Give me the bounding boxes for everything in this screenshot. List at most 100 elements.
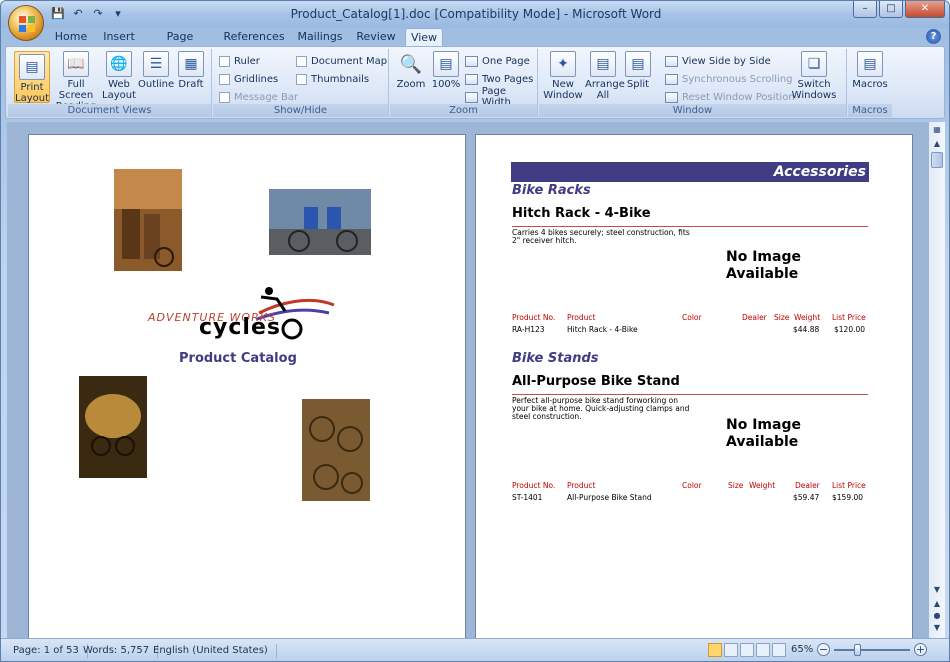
draft-view-icon[interactable] bbox=[772, 643, 786, 657]
photo-mountain-bikers bbox=[79, 376, 147, 478]
word-window: 💾 ↶ ↷ ▾ Product_Catalog[1].doc [Compatib… bbox=[0, 0, 950, 662]
tab-insert[interactable]: Insert bbox=[99, 28, 139, 46]
table-header: Product No. bbox=[512, 313, 556, 322]
new-window-icon: ✦ bbox=[550, 51, 576, 77]
maximize-button[interactable]: □ bbox=[879, 1, 903, 18]
web-layout-view-icon[interactable] bbox=[740, 643, 754, 657]
full-screen-reading-button[interactable]: 📖 Full Screen Reading bbox=[52, 51, 100, 112]
draft-button[interactable]: ▦ Draft bbox=[176, 51, 206, 90]
print-layout-icon: ▤ bbox=[19, 54, 45, 80]
status-bar: Page: 1 of 53 Words: 5,757 English (Unit… bbox=[1, 638, 949, 661]
language-indicator[interactable]: English (United States) bbox=[153, 644, 277, 658]
document-map-checkbox[interactable]: Document Map bbox=[296, 54, 387, 68]
scroll-thumb[interactable] bbox=[931, 152, 943, 168]
tab-references[interactable]: References bbox=[223, 28, 285, 46]
print-layout-button[interactable]: ▤ Print Layout bbox=[14, 51, 50, 104]
new-window-button[interactable]: ✦ New Window bbox=[543, 51, 583, 101]
zoom-100-button[interactable]: ▤ 100% bbox=[430, 51, 462, 90]
gridlines-checkbox[interactable]: Gridlines bbox=[219, 72, 278, 86]
one-page-label: One Page bbox=[482, 55, 530, 67]
zoom-level[interactable]: 65% bbox=[791, 644, 813, 655]
page-count[interactable]: Page: 1 of 53 bbox=[13, 644, 88, 658]
macros-label: Macros bbox=[852, 79, 888, 90]
help-icon[interactable]: ? bbox=[926, 29, 941, 44]
gridlines-checkbox-box bbox=[219, 73, 230, 85]
group-label-macros: Macros bbox=[848, 104, 892, 117]
table-cell: RA-H123 bbox=[512, 325, 545, 334]
message-bar-label: Message Bar bbox=[234, 91, 299, 103]
two-pages-label: Two Pages bbox=[482, 73, 534, 85]
view-side-by-side-button[interactable]: View Side by Side bbox=[665, 54, 771, 68]
zoom-in-icon[interactable]: + bbox=[914, 643, 927, 656]
group-label-document-views: Document Views bbox=[8, 104, 211, 117]
table-header: Dealer bbox=[742, 313, 767, 322]
table-header: Dealer bbox=[795, 481, 820, 490]
product-description: Carries 4 bikes securely; steel construc… bbox=[512, 228, 690, 245]
select-browse-object-icon[interactable]: ● bbox=[929, 610, 945, 622]
divider bbox=[512, 226, 868, 227]
minimize-button[interactable]: – bbox=[853, 1, 877, 18]
synchronous-scrolling-icon bbox=[665, 73, 678, 85]
zoom-out-icon[interactable]: − bbox=[817, 643, 830, 656]
ruler-toggle-icon[interactable]: ▦ bbox=[929, 124, 945, 136]
outline-button[interactable]: ☰ Outline bbox=[138, 51, 174, 90]
window-title: Product_Catalog[1].doc [Compatibility Mo… bbox=[290, 7, 662, 21]
two-pages-button[interactable]: Two Pages bbox=[465, 72, 533, 86]
arrange-all-button[interactable]: ▤ Arrange All bbox=[585, 51, 625, 101]
synchronous-scrolling-label: Synchronous Scrolling bbox=[682, 73, 793, 85]
full-screen-reading-view-icon[interactable] bbox=[724, 643, 738, 657]
close-button[interactable]: ✕ bbox=[905, 1, 945, 18]
thumbnails-checkbox[interactable]: Thumbnails bbox=[296, 72, 369, 86]
tab-mailings[interactable]: Mailings bbox=[295, 28, 345, 46]
zoom-slider-thumb[interactable] bbox=[854, 644, 861, 656]
macros-button[interactable]: ▤ Macros bbox=[852, 51, 888, 90]
outline-label: Outline bbox=[138, 79, 175, 90]
table-header: Weight bbox=[749, 481, 776, 490]
scroll-up-icon[interactable]: ▲ bbox=[929, 138, 945, 150]
ribbon-tabs: Home Insert Page Layout References Maili… bbox=[1, 28, 949, 60]
switch-windows-button[interactable]: ❏ Switch Windows bbox=[789, 51, 839, 101]
reset-window-position-icon bbox=[665, 91, 678, 103]
tab-review[interactable]: Review bbox=[354, 28, 398, 46]
office-button[interactable] bbox=[8, 5, 44, 41]
tab-home[interactable]: Home bbox=[51, 28, 91, 46]
web-layout-label: Web Layout bbox=[102, 79, 136, 101]
group-zoom: 🔍 Zoom ▤ 100% One Page Two Pages Page Wi… bbox=[390, 49, 538, 117]
split-button[interactable]: ▤ Split bbox=[623, 51, 653, 90]
zoom-slider-track[interactable] bbox=[834, 649, 910, 651]
zoom-button[interactable]: 🔍 Zoom bbox=[394, 51, 428, 90]
print-layout-view-icon[interactable] bbox=[708, 643, 722, 657]
arrange-all-label: Arrange All bbox=[585, 79, 625, 101]
web-layout-button[interactable]: 🌐 Web Layout bbox=[102, 51, 136, 101]
one-page-icon bbox=[465, 55, 478, 67]
scroll-down-icon[interactable]: ▼ bbox=[929, 584, 945, 596]
table-cell: $44.88 bbox=[793, 325, 820, 334]
photo-road-cyclists bbox=[269, 189, 371, 255]
previous-page-icon[interactable]: ▲ bbox=[929, 598, 945, 610]
page-1[interactable]: ADVENTURE WORKS cycles Product Catalog bbox=[28, 134, 466, 644]
product-title-bike-stand: All-Purpose Bike Stand bbox=[512, 374, 680, 389]
vertical-scrollbar[interactable]: ▦ ▲ ▼ ▲ ● ▼ bbox=[929, 122, 945, 638]
table-header: List Price bbox=[832, 313, 866, 322]
table-cell: $120.00 bbox=[834, 325, 866, 334]
table-cell: All-Purpose Bike Stand bbox=[567, 493, 652, 502]
message-bar-checkbox: Message Bar bbox=[219, 90, 298, 104]
tab-page-layout[interactable]: Page Layout bbox=[147, 28, 213, 60]
next-page-icon[interactable]: ▼ bbox=[929, 622, 945, 634]
product-description: Perfect all-purpose bike stand forworkin… bbox=[512, 396, 690, 421]
view-side-by-side-label: View Side by Side bbox=[682, 55, 771, 67]
document-area[interactable]: ADVENTURE WORKS cycles Product Catalog A… bbox=[7, 122, 929, 644]
group-show-hide: Ruler Gridlines Message Bar Document Map… bbox=[213, 49, 389, 117]
reset-window-position-label: Reset Window Position bbox=[682, 91, 795, 103]
ruler-checkbox[interactable]: Ruler bbox=[219, 54, 260, 68]
page-2[interactable]: Accessories Bike Racks Hitch Rack - 4-Bi… bbox=[475, 134, 913, 644]
word-count[interactable]: Words: 5,757 bbox=[83, 644, 159, 658]
tab-view[interactable]: View bbox=[405, 28, 443, 47]
one-page-button[interactable]: One Page bbox=[465, 54, 530, 68]
message-bar-checkbox-box bbox=[219, 91, 230, 103]
product-title-hitch-rack: Hitch Rack - 4-Bike bbox=[512, 206, 651, 221]
reset-window-position-button: Reset Window Position bbox=[665, 90, 795, 104]
outline-view-icon[interactable] bbox=[756, 643, 770, 657]
table-header: Product bbox=[567, 481, 596, 490]
page-width-button[interactable]: Page Width bbox=[465, 86, 537, 108]
